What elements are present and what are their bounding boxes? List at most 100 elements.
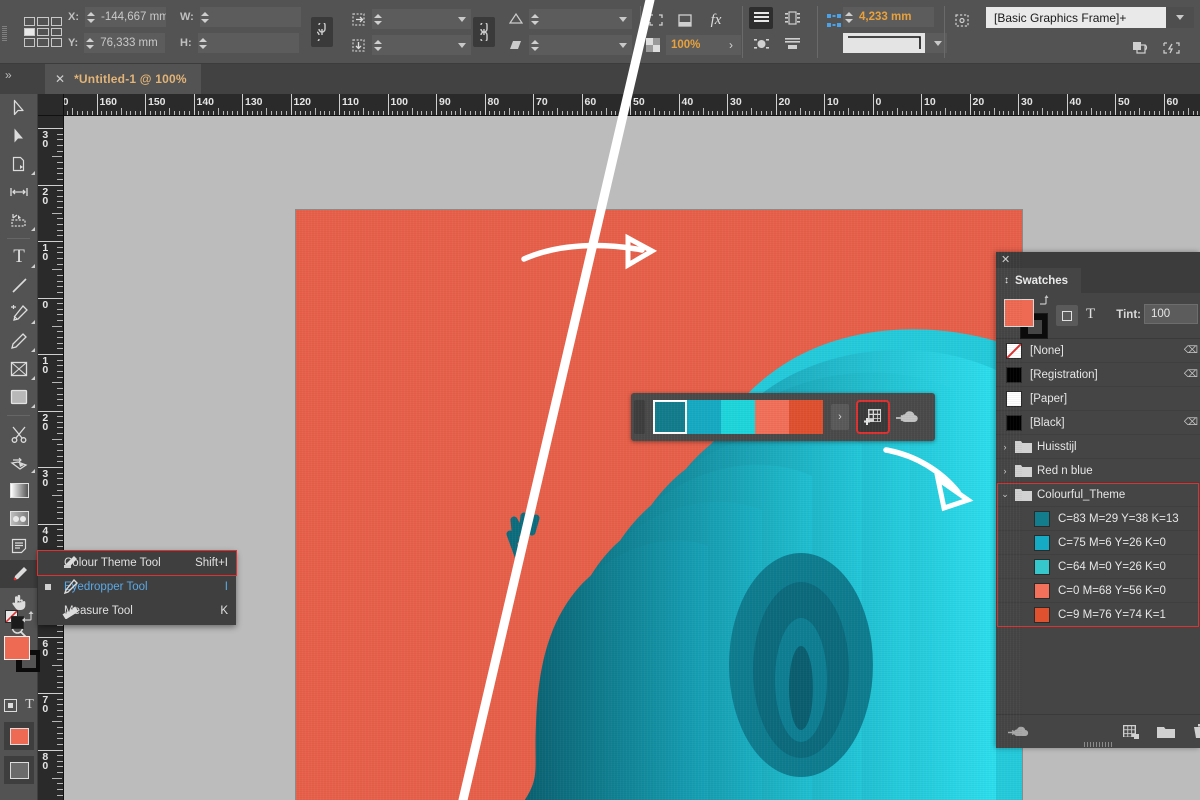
swatch-row[interactable]: C=0 M=68 Y=56 K=0 xyxy=(996,579,1200,603)
chevron-right-icon[interactable]: › xyxy=(1000,442,1010,452)
tool-free-transform[interactable] xyxy=(0,448,38,476)
drop-shadow-icon[interactable] xyxy=(1128,36,1154,60)
object-style-value[interactable]: [Basic Graphics Frame]+ xyxy=(986,7,1166,28)
swatch-row[interactable]: C=64 M=0 Y=26 K=0 xyxy=(996,555,1200,579)
tool-rectangle[interactable] xyxy=(0,383,38,411)
opacity-input[interactable]: 100% xyxy=(666,35,721,55)
text-wrap-none-icon[interactable] xyxy=(749,7,773,29)
new-swatch-icon[interactable] xyxy=(1156,724,1176,739)
rotate-stepper[interactable] xyxy=(529,9,540,29)
theme-swatch-3[interactable] xyxy=(755,400,789,434)
w-input[interactable] xyxy=(211,7,301,27)
tool-note[interactable] xyxy=(0,532,38,560)
add-theme-to-swatches-button[interactable] xyxy=(858,402,888,432)
swatch-color-chip[interactable] xyxy=(1006,415,1022,431)
tool-frame[interactable] xyxy=(0,355,38,383)
panel-fill-swatch[interactable] xyxy=(1004,299,1034,327)
tool-gap[interactable] xyxy=(0,178,38,206)
chevron-down-icon[interactable]: ⌄ xyxy=(1000,489,1010,500)
tool-gradient-swatch[interactable] xyxy=(0,476,38,504)
swatches-list[interactable]: [None]⌫[Registration]⌫[Paper][Black]⌫›Hu… xyxy=(996,339,1200,714)
swatch-row[interactable]: C=75 M=6 Y=26 K=0 xyxy=(996,531,1200,555)
flyout-item-colour-theme-tool[interactable]: Colour Theme Tool Shift+I xyxy=(38,551,236,575)
transparency-icon[interactable] xyxy=(640,33,666,57)
w-stepper[interactable] xyxy=(200,7,211,27)
swatch-color-chip[interactable] xyxy=(1034,559,1050,575)
horizontal-ruler[interactable]: 1701601501401301201101009080706050403020… xyxy=(64,94,1200,116)
fill-color-swatch[interactable] xyxy=(4,636,30,660)
object-style-icon[interactable] xyxy=(950,8,976,32)
swap-fill-stroke-icon[interactable] xyxy=(1037,295,1049,309)
swatch-row[interactable]: C=9 M=76 Y=74 K=1 xyxy=(996,603,1200,627)
tool-line[interactable] xyxy=(0,271,38,299)
swatch-row[interactable]: [None]⌫ xyxy=(996,339,1200,363)
x-stepper[interactable] xyxy=(85,7,96,27)
add-to-cc-libraries-icon[interactable] xyxy=(1008,724,1030,740)
constrain-proportions-icon[interactable] xyxy=(311,17,333,47)
theme-swatch-4[interactable] xyxy=(789,400,823,434)
h-stepper[interactable] xyxy=(198,33,209,53)
swatch-color-chip[interactable] xyxy=(1034,535,1050,551)
formatting-affects-container-icon[interactable] xyxy=(4,699,17,712)
text-wrap-object-shape-icon[interactable] xyxy=(749,33,773,55)
shear-combo[interactable] xyxy=(540,35,632,55)
y-stepper[interactable] xyxy=(84,33,95,53)
colour-theme-tool-flyout-menu[interactable]: Colour Theme Tool Shift+I Eyedropper Too… xyxy=(38,551,236,625)
fx-icon[interactable]: fx xyxy=(703,8,729,32)
frame-fitting-icon[interactable] xyxy=(672,8,698,32)
flip-horizontal-icon[interactable] xyxy=(346,7,372,31)
theme-swatch-0[interactable] xyxy=(653,400,687,434)
formatting-affects-text-icon[interactable]: T xyxy=(1086,306,1095,323)
reference-point-grid-icon[interactable] xyxy=(24,17,62,47)
scale-y-stepper[interactable] xyxy=(372,35,383,55)
delete-swatch-icon[interactable] xyxy=(1192,724,1200,739)
swatch-color-chip[interactable] xyxy=(1034,511,1050,527)
tool-content-collector[interactable] xyxy=(0,206,38,234)
rotate-combo[interactable] xyxy=(540,9,632,29)
collapse-panels-icon[interactable]: » xyxy=(5,68,12,82)
swatch-color-chip[interactable] xyxy=(1006,343,1022,359)
theme-widget-grip[interactable] xyxy=(634,400,645,434)
constrain-scale-icon[interactable] xyxy=(473,17,495,47)
formatting-affects-text-icon[interactable]: T xyxy=(25,697,34,713)
tool-type[interactable]: T xyxy=(0,243,38,271)
colour-theme-widget[interactable]: › xyxy=(631,393,935,441)
swatch-color-chip[interactable] xyxy=(1006,367,1022,383)
text-wrap-bounding-box-icon[interactable] xyxy=(780,7,804,29)
scale-x-combo[interactable] xyxy=(383,9,471,29)
swatch-row[interactable]: [Registration]⌫ xyxy=(996,363,1200,387)
formatting-affects-container-icon[interactable] xyxy=(1056,305,1078,326)
flyout-item-eyedropper-tool[interactable]: Eyedropper Tool I xyxy=(38,575,236,599)
y-input[interactable]: 76,333 mm xyxy=(95,33,165,53)
flip-vertical-icon[interactable] xyxy=(346,33,372,57)
tool-scissors[interactable] xyxy=(0,420,38,448)
theme-swatch-strip[interactable] xyxy=(653,400,823,434)
swatch-color-chip[interactable] xyxy=(1034,583,1050,599)
tool-selection[interactable] xyxy=(0,94,38,122)
tool-colour-theme[interactable] xyxy=(0,560,38,588)
x-input[interactable]: -144,667 mm xyxy=(96,7,166,27)
swatch-group-row[interactable]: ›Huisstijl xyxy=(996,435,1200,459)
panel-resize-grip[interactable] xyxy=(1084,742,1112,747)
add-to-cc-libraries-button[interactable] xyxy=(896,408,920,426)
chevron-right-icon[interactable]: › xyxy=(1000,466,1010,476)
opacity-next-button[interactable]: › xyxy=(721,35,741,55)
close-icon[interactable]: ✕ xyxy=(1001,253,1010,266)
normal-view-mode-button[interactable] xyxy=(4,722,34,750)
preview-view-mode-button[interactable] xyxy=(4,756,34,784)
scale-y-combo[interactable] xyxy=(383,35,471,55)
scale-x-stepper[interactable] xyxy=(372,9,383,29)
tool-pen[interactable] xyxy=(0,299,38,327)
swatch-color-chip[interactable] xyxy=(1006,391,1022,407)
vertical-ruler[interactable]: 3 02 01 001 02 03 04 05 06 07 08 0 xyxy=(38,116,64,800)
control-bar-grip[interactable] xyxy=(2,26,7,42)
corner-options-icon[interactable] xyxy=(643,8,669,32)
swatch-color-chip[interactable] xyxy=(1034,607,1050,623)
stroke-weight-stepper[interactable] xyxy=(843,7,854,27)
tool-pencil[interactable] xyxy=(0,327,38,355)
tab-swatches[interactable]: ↕ Swatches xyxy=(996,268,1081,293)
panel-menu-icon[interactable]: ↕ xyxy=(1004,275,1009,286)
theme-swatch-1[interactable] xyxy=(687,400,721,434)
swatch-group-row[interactable]: ›Red n blue xyxy=(996,459,1200,483)
tool-page[interactable] xyxy=(0,150,38,178)
